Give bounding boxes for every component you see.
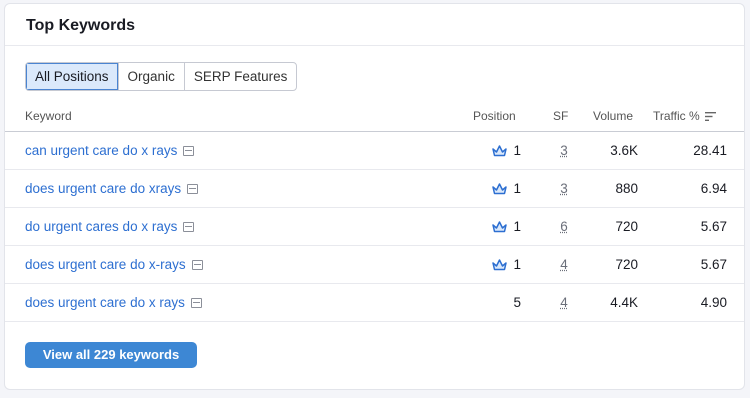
top-ranking-crown-icon (492, 144, 508, 156)
keyword-link[interactable]: does urgent care do x-rays (25, 257, 203, 272)
table-header: Keyword Position SF Volume Traffic % (5, 101, 744, 131)
top-ranking-crown-icon (492, 182, 508, 194)
position-value: 1 (513, 257, 521, 272)
volume-value: 3.6K (610, 143, 638, 158)
position-value: 1 (513, 143, 521, 158)
top-ranking-crown-icon (492, 258, 508, 270)
divider (5, 45, 744, 46)
column-header-volume[interactable]: Volume (593, 109, 633, 123)
top-ranking-crown-icon (492, 220, 508, 232)
top-keywords-card: Top Keywords All Positions Organic SERP … (4, 3, 745, 390)
keyword-text: does urgent care do xrays (25, 181, 182, 196)
traffic-percent-value: 5.67 (700, 257, 727, 272)
serp-snapshot-icon[interactable] (191, 259, 203, 270)
table-row: does urgent care do x rays 5 4 4.4K 4.90 (5, 284, 744, 322)
keyword-link[interactable]: does urgent care do x rays (25, 295, 202, 310)
serp-snapshot-icon[interactable] (183, 145, 195, 156)
position-cell: 1 (481, 219, 521, 234)
serp-features-count[interactable]: 4 (557, 295, 571, 310)
position-filter-tabs: All Positions Organic SERP Features (25, 62, 298, 91)
keyword-link[interactable]: can urgent care do x rays (25, 143, 195, 158)
position-cell: 1 (481, 257, 521, 272)
position-value: 5 (513, 295, 521, 310)
view-all-keywords-button[interactable]: View all 229 keywords (25, 342, 197, 368)
volume-value: 720 (615, 219, 638, 234)
traffic-percent-value: 28.41 (693, 143, 727, 158)
keyword-link[interactable]: do urgent cares do x rays (25, 219, 195, 234)
table-row: do urgent cares do x rays 1 6 720 5.67 (5, 208, 744, 246)
serp-snapshot-icon[interactable] (187, 183, 199, 194)
position-cell: 5 (481, 295, 521, 310)
column-header-traffic-label: Traffic % (653, 109, 700, 123)
serp-features-count[interactable]: 6 (557, 219, 571, 234)
volume-value: 720 (615, 257, 638, 272)
volume-value: 880 (615, 181, 638, 196)
keyword-text: do urgent cares do x rays (25, 219, 178, 234)
position-value: 1 (513, 219, 521, 234)
table-row: can urgent care do x rays 1 3 3.6K 28.41 (5, 132, 744, 170)
keyword-link[interactable]: does urgent care do xrays (25, 181, 199, 196)
column-header-keyword[interactable]: Keyword (25, 109, 72, 123)
card-title: Top Keywords (26, 17, 136, 34)
serp-features-count[interactable]: 3 (557, 181, 571, 196)
keyword-text: can urgent care do x rays (25, 143, 178, 158)
tab-serp-features[interactable]: SERP Features (183, 63, 297, 90)
table-row: does urgent care do xrays 1 3 880 6.94 (5, 170, 744, 208)
column-header-position[interactable]: Position (473, 109, 516, 123)
position-cell: 1 (481, 181, 521, 196)
serp-features-count[interactable]: 3 (557, 143, 571, 158)
column-header-sf[interactable]: SF (553, 109, 568, 123)
traffic-percent-value: 5.67 (700, 219, 727, 234)
keyword-text: does urgent care do x rays (25, 295, 185, 310)
tab-organic[interactable]: Organic (117, 63, 184, 90)
position-value: 1 (513, 181, 521, 196)
keyword-text: does urgent care do x-rays (25, 257, 186, 272)
traffic-percent-value: 6.94 (700, 181, 727, 196)
position-cell: 1 (481, 143, 521, 158)
table-row: does urgent care do x-rays 1 4 720 5.67 (5, 246, 744, 284)
serp-snapshot-icon[interactable] (183, 221, 195, 232)
serp-snapshot-icon[interactable] (190, 297, 202, 308)
volume-value: 4.4K (610, 295, 638, 310)
tab-all-positions[interactable]: All Positions (26, 63, 118, 90)
column-header-traffic[interactable]: Traffic % (653, 109, 716, 123)
sort-icon[interactable] (704, 112, 716, 122)
traffic-percent-value: 4.90 (700, 295, 727, 310)
serp-features-count[interactable]: 4 (557, 257, 571, 272)
